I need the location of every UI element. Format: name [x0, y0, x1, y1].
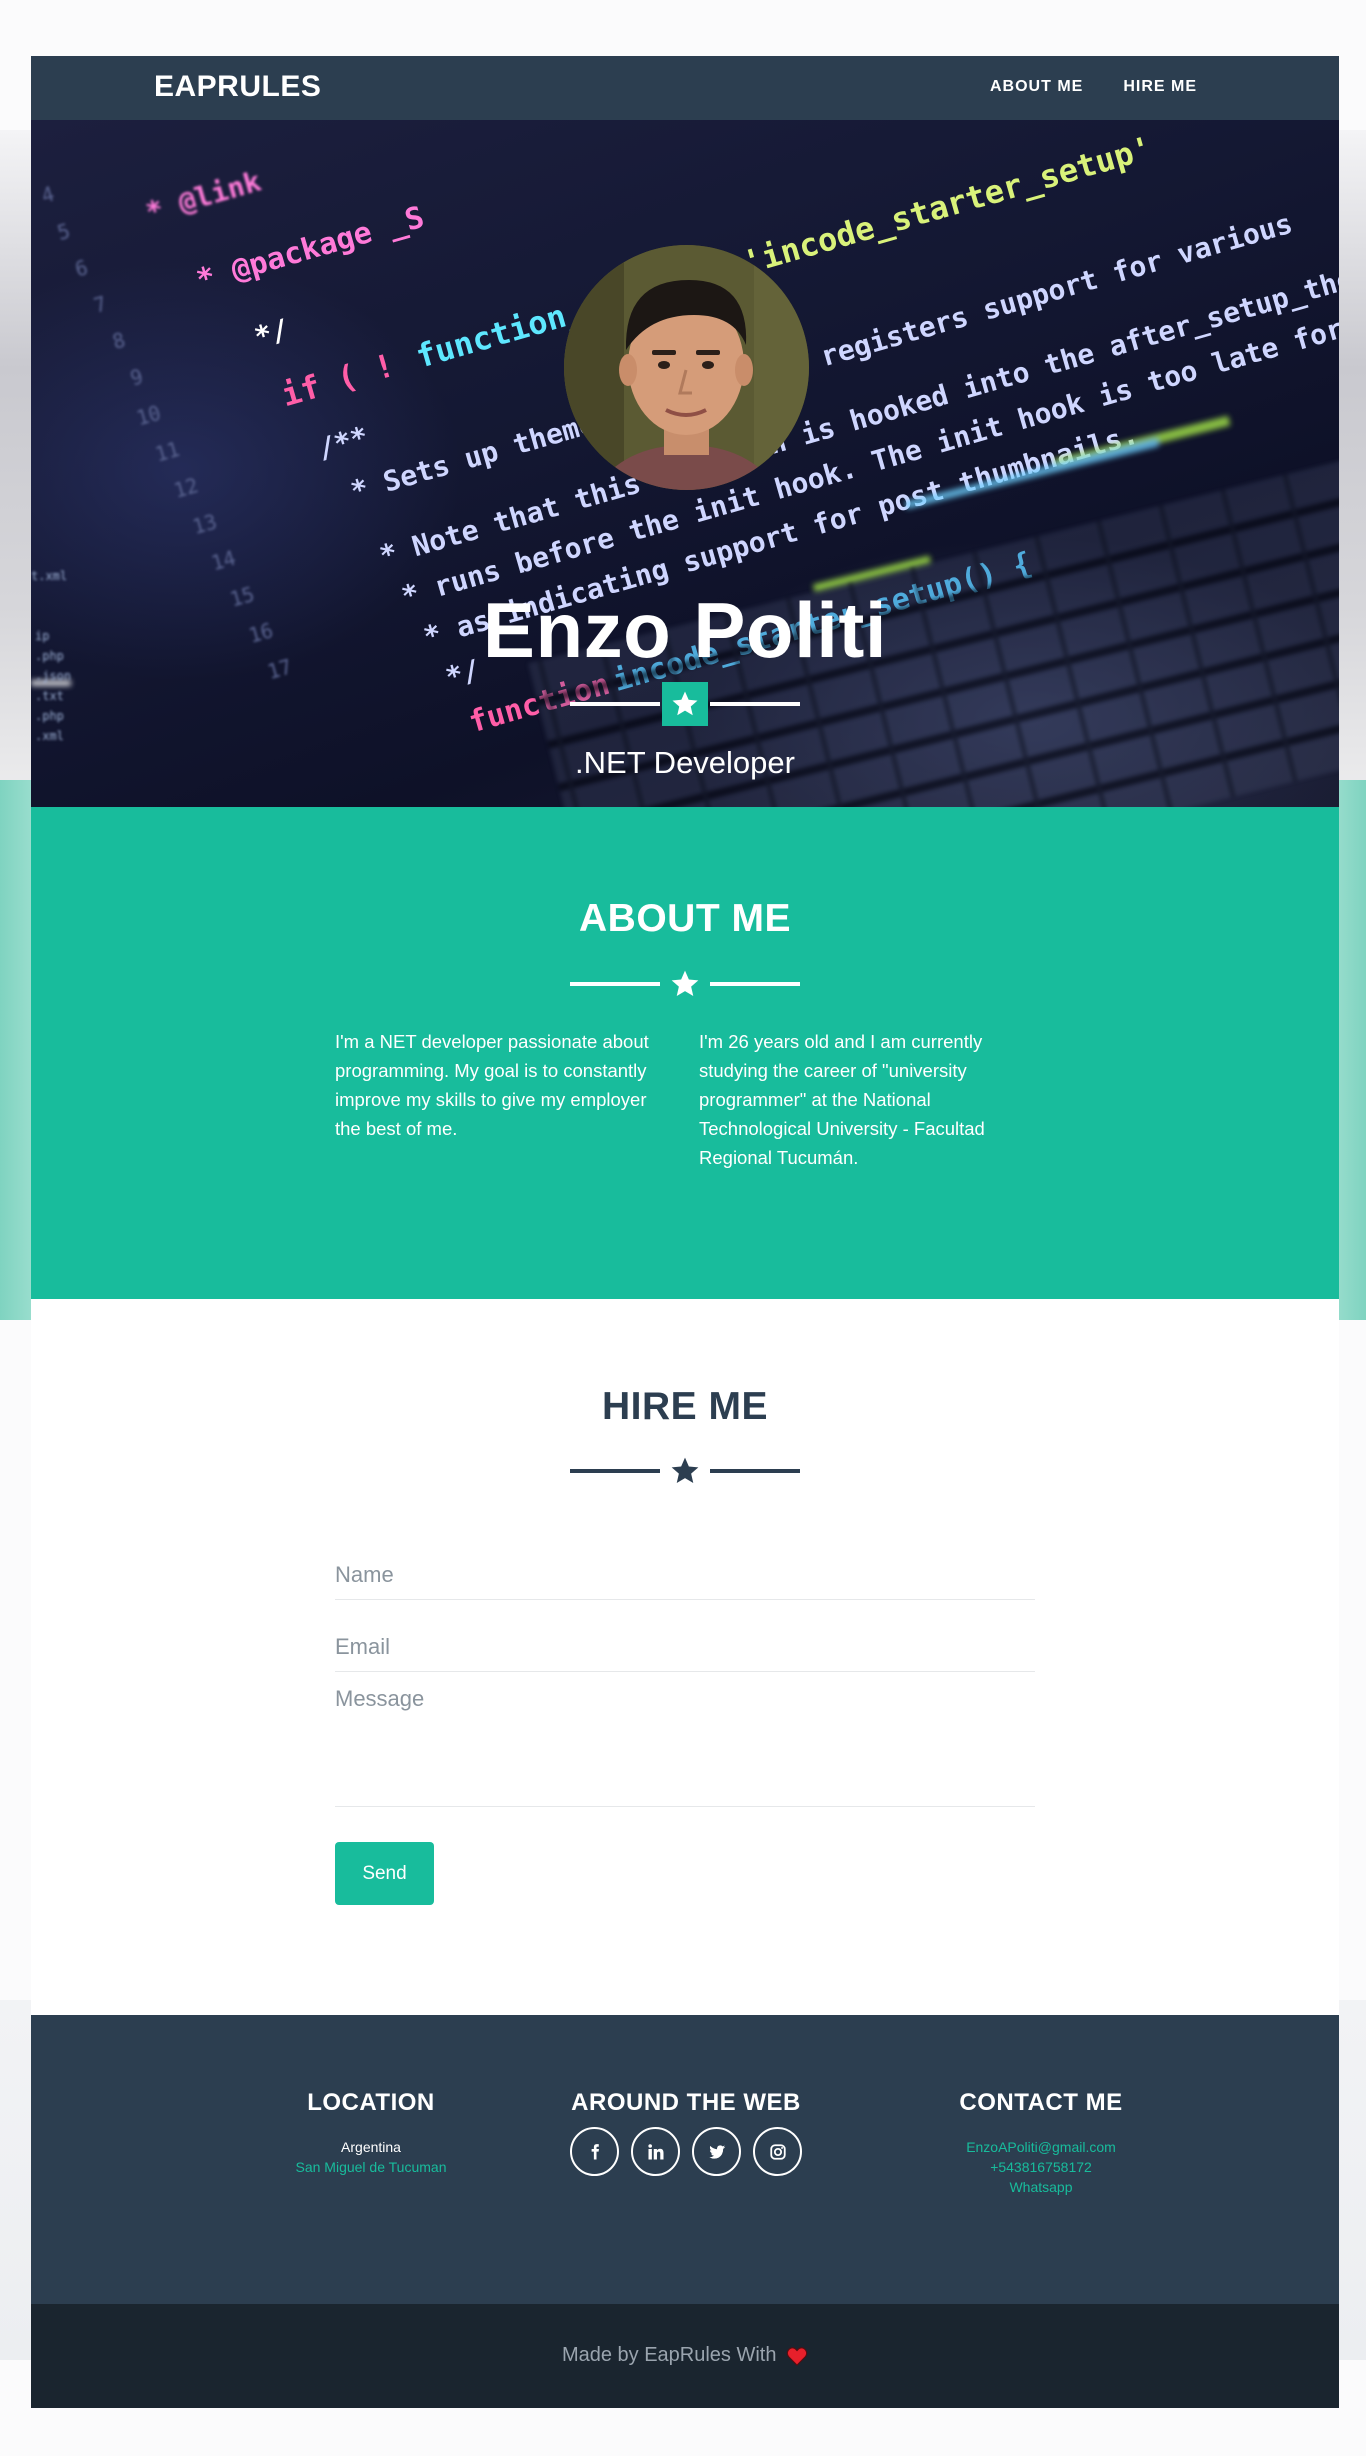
copyright-text: Made by EapRules With: [561, 2344, 777, 2366]
hero-name: Enzo Politi: [482, 586, 888, 674]
avatar-portrait-image: [564, 245, 809, 490]
hire-title: HIRE ME: [601, 1385, 768, 1428]
about-section: ABOUT ME I'm a NET developer passionate …: [31, 807, 1339, 1299]
svg-text:*/: */: [251, 313, 293, 354]
svg-text:/**: /**: [314, 420, 372, 466]
divider-star: [662, 962, 708, 1006]
location-city: San Miguel de Tucuman: [295, 2159, 447, 2175]
email-field: [335, 1610, 1035, 1672]
hire-section: HIRE ME Send: [31, 1299, 1339, 2015]
brand-logo[interactable]: EAPRULES: [154, 70, 321, 104]
svg-text:12: 12: [171, 473, 201, 503]
about-paragraph-left: I'm a NET developer passionate about pro…: [335, 1031, 649, 1139]
facebook-button[interactable]: [570, 2127, 619, 2176]
svg-text:7: 7: [91, 291, 109, 317]
svg-text:* @link: * @link: [142, 164, 265, 228]
twitter-icon: [708, 2144, 725, 2159]
linkedin-button[interactable]: [631, 2127, 680, 2176]
star-icon: [671, 1457, 699, 1483]
about-paragraph-right: I'm 26 years old and I am currently stud…: [699, 1031, 985, 1168]
svg-text:10: 10: [134, 401, 164, 431]
email-input[interactable]: [335, 1610, 1035, 1671]
contact-whatsapp-link[interactable]: Whatsapp: [901, 2179, 1181, 2195]
svg-text:14: 14: [209, 546, 239, 576]
message-field: [335, 1672, 1035, 1807]
svg-text:.txt: .txt: [35, 689, 64, 703]
svg-text:t.xml: t.xml: [31, 569, 67, 583]
linkedin-icon: [647, 2143, 663, 2159]
divider-line-left: [570, 1469, 660, 1473]
hero-section: 456 789 10 11 12 13 14 15 16 17 * @link * @pa…: [31, 120, 1339, 807]
contact-email-link[interactable]: EnzoAPoliti@gmail.com: [901, 2139, 1181, 2155]
svg-text:* @package _S: * @package _S: [193, 200, 428, 298]
star-icon: [672, 691, 698, 716]
instagram-button[interactable]: [753, 2127, 802, 2176]
svg-text:.xml: .xml: [35, 729, 64, 743]
svg-text:5: 5: [55, 219, 73, 245]
message-input[interactable]: [335, 1672, 1035, 1806]
svg-text:8: 8: [110, 328, 128, 354]
hero-role: .NET Developer: [575, 745, 795, 780]
footer-contact: CONTACT ME EnzoAPoliti@gmail.com +543816…: [901, 2089, 1181, 2195]
star-icon: [671, 970, 699, 996]
send-button[interactable]: Send: [335, 1842, 434, 1905]
nav-links: ABOUT ME HIRE ME: [990, 78, 1197, 96]
about-title: ABOUT ME: [579, 897, 791, 940]
divider-line-right: [710, 982, 800, 986]
svg-text:.php: .php: [35, 709, 64, 723]
nav-link-hire-me[interactable]: HIRE ME: [1123, 78, 1197, 96]
svg-text:6: 6: [72, 255, 90, 281]
facebook-icon: [591, 2143, 599, 2159]
name-field: [335, 1539, 1035, 1600]
svg-text:'incode_starter_setup': 'incode_starter_setup': [739, 129, 1157, 282]
hero-star-divider: [570, 682, 800, 726]
footer: LOCATION Argentina San Miguel de Tucuman…: [31, 2015, 1339, 2304]
divider-line-right: [710, 702, 800, 706]
copyright-bar: Made by EapRules With: [31, 2304, 1339, 2408]
contact-title: CONTACT ME: [959, 2089, 1123, 2116]
name-input[interactable]: [335, 1539, 1035, 1599]
page-frame: EAPRULES ABOUT ME HIRE ME 4 5 6 789 10 11 12…: [31, 56, 1339, 2408]
svg-text:13: 13: [190, 509, 220, 539]
divider-star: [662, 1449, 708, 1493]
location-title: LOCATION: [307, 2089, 435, 2116]
around-web-title: AROUND THE WEB: [571, 2089, 801, 2116]
svg-text:11: 11: [152, 437, 182, 467]
nav-link-about-me[interactable]: ABOUT ME: [990, 78, 1083, 96]
divider-star-badge: [662, 682, 708, 726]
contact-phone-link[interactable]: +543816758172: [901, 2159, 1181, 2175]
divider-line-left: [570, 702, 660, 706]
copyright-line: Made by EapRules With: [31, 2344, 1339, 2367]
heart-icon: [786, 2347, 808, 2366]
divider-line-left: [570, 982, 660, 986]
instagram-icon: [769, 2143, 786, 2160]
avatar: [564, 245, 809, 490]
social-links: [566, 2127, 806, 2176]
svg-text:4: 4: [39, 182, 57, 208]
hire-star-divider: [570, 1449, 800, 1493]
svg-text:if ( !: if ( !: [277, 346, 399, 414]
navbar: EAPRULES ABOUT ME HIRE ME: [31, 56, 1339, 120]
svg-text:9: 9: [128, 364, 146, 390]
footer-around-the-web: AROUND THE WEB: [566, 2089, 806, 2176]
divider-line-right: [710, 1469, 800, 1473]
footer-location: LOCATION Argentina San Miguel de Tucuman: [231, 2089, 511, 2175]
location-country: Argentina: [341, 2139, 401, 2155]
twitter-button[interactable]: [692, 2127, 741, 2176]
about-star-divider: [570, 962, 800, 1006]
